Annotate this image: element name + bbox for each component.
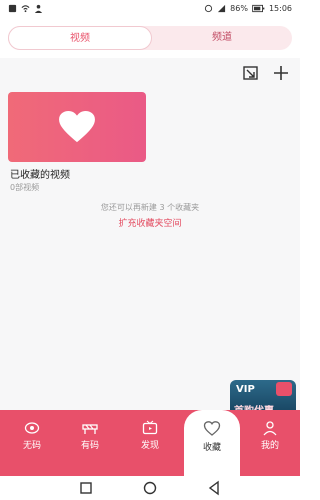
heart-icon: [203, 421, 221, 436]
sound-icon: [205, 4, 213, 13]
import-icon: [243, 66, 258, 80]
nav-item-favorites[interactable]: 收藏: [184, 410, 240, 476]
nav-label: 无码: [22, 441, 41, 451]
status-bar: 86% 15:06: [0, 0, 300, 18]
gift-icon: [276, 382, 292, 396]
plus-icon: [274, 66, 288, 80]
back-button[interactable]: [206, 480, 222, 496]
signal-icon: [218, 4, 226, 13]
vip-label: VIP: [236, 384, 255, 395]
favorites-content: 已收藏的视频 0部视频 您还可以再新建 3 个收藏夹 扩充收藏夹空间: [0, 58, 300, 410]
tab-videos[interactable]: 视频: [8, 26, 152, 50]
nav-item-discover[interactable]: 发现: [124, 420, 176, 466]
barrier-icon: [82, 424, 98, 434]
wifi-icon: [21, 5, 30, 13]
user-icon: [263, 421, 277, 436]
import-button[interactable]: [242, 64, 260, 82]
triangle-back-icon: [208, 480, 219, 496]
battery-percent: 86%: [230, 4, 248, 13]
nav-label: 我的: [260, 441, 279, 451]
tab-channels[interactable]: 频道: [152, 26, 292, 50]
favorites-folder-card[interactable]: [8, 92, 146, 162]
expand-storage-link[interactable]: 扩充收藏夹空间: [0, 216, 300, 229]
tv-icon: [142, 420, 158, 435]
nav-item-uncensored[interactable]: 无码: [6, 420, 58, 466]
battery-icon: [252, 4, 265, 13]
system-nav-bar: [0, 476, 300, 500]
segmented-control: 视频 频道: [8, 26, 292, 50]
square-icon: [80, 482, 92, 494]
status-right: 86% 15:06: [204, 4, 292, 13]
bottom-nav: 无码 有码 发现 收藏 我的: [0, 410, 300, 476]
folder-limit-hint: 您还可以再新建 3 个收藏夹: [100, 203, 200, 212]
add-folder-button[interactable]: [272, 64, 290, 82]
nav-item-censored[interactable]: 有码: [64, 420, 116, 466]
home-button[interactable]: [142, 480, 158, 496]
status-left: [8, 4, 43, 13]
heart-icon: [59, 110, 95, 143]
folder-count: 0部视频: [10, 183, 40, 192]
nav-label: 发现: [140, 441, 159, 451]
clock: 15:06: [268, 4, 292, 13]
nav-label: 收藏: [202, 443, 221, 453]
nav-label: 有码: [80, 441, 99, 451]
folder-title: 已收藏的视频: [10, 170, 70, 181]
tab-bar: 视频 频道: [0, 18, 300, 58]
person-icon: [34, 4, 43, 13]
nav-item-me[interactable]: 我的: [244, 420, 296, 466]
eye-icon: [24, 422, 40, 434]
top-actions: [242, 64, 290, 82]
circle-icon: [143, 481, 157, 495]
sim-icon: [8, 4, 17, 13]
recent-apps-button[interactable]: [78, 480, 94, 496]
